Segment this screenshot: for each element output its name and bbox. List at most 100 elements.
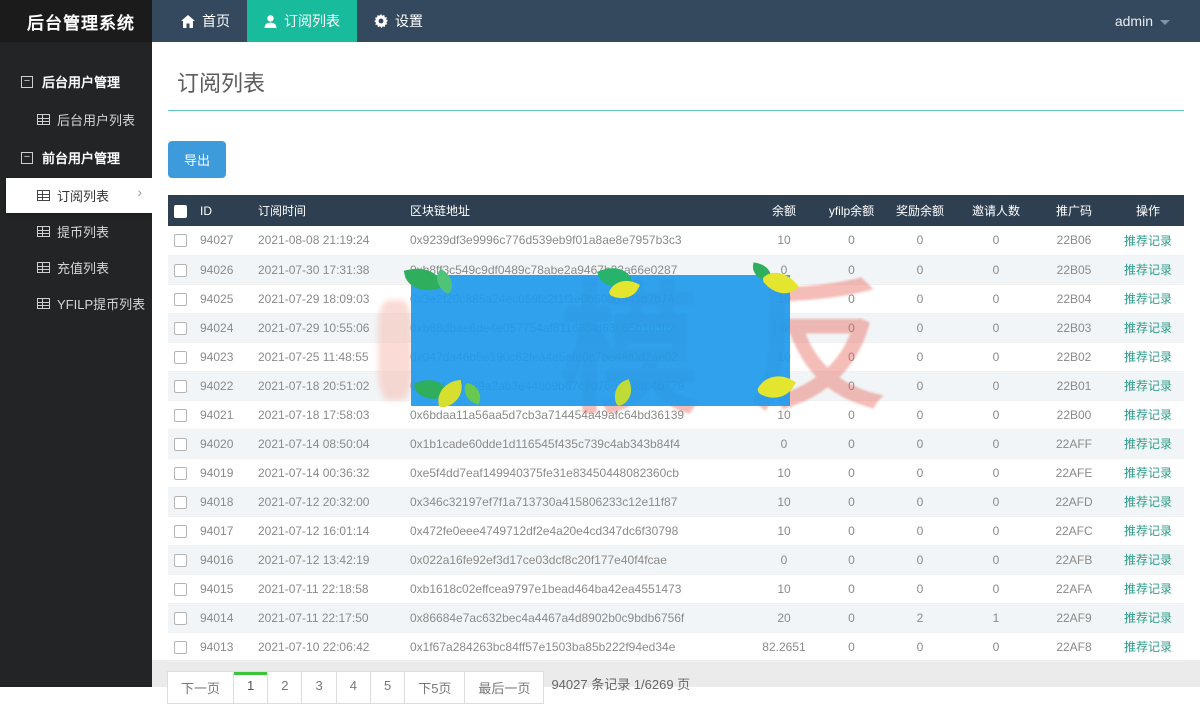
row-checkbox[interactable]: [174, 264, 187, 277]
cell-yfilp: 0: [819, 516, 884, 545]
table-row: 94019 2021-07-14 00:36:32 0xe5f4dd7eaf14…: [168, 458, 1184, 487]
cell-invites: 0: [956, 226, 1036, 255]
cell-id: 94024: [194, 313, 252, 342]
page-button[interactable]: 4: [336, 671, 371, 704]
sidebar-group-frontend-users[interactable]: − 前台用户管理: [0, 138, 152, 177]
recommend-record-link[interactable]: 推荐记录: [1124, 234, 1172, 248]
col-header-id: ID: [194, 195, 252, 226]
sidebar-item-withdraw-list[interactable]: 提币列表: [0, 214, 152, 249]
recommend-record-link[interactable]: 推荐记录: [1124, 553, 1172, 567]
recommend-record-link[interactable]: 推荐记录: [1124, 263, 1172, 277]
recommend-record-link[interactable]: 推荐记录: [1124, 466, 1172, 480]
cell-reward: 0: [884, 632, 956, 661]
row-checkbox[interactable]: [174, 554, 187, 567]
cell-address: 0x6bdaa11a56aa5d7cb3a714454a49afc64bd361…: [404, 400, 749, 429]
cell-balance: 10: [749, 574, 819, 603]
cell-code: 22B01: [1036, 371, 1112, 400]
pagination: 下一页12345下5页最后一页 94027 条记录 1/6269 页: [168, 671, 1184, 704]
page-button[interactable]: 2: [267, 671, 302, 704]
table-row: 94016 2021-07-12 13:42:19 0x022a16fe92ef…: [168, 545, 1184, 574]
main-area: 订阅列表 导出 ID 订阅时间 区块链地址 余额 yfilp余额: [152, 42, 1200, 687]
sidebar: − 后台用户管理 后台用户列表 − 前台用户管理 订阅列表 › 提币列表 充值列…: [0, 42, 152, 687]
cell-code: 22AFA: [1036, 574, 1112, 603]
cell-balance: 10: [749, 284, 819, 313]
gear-icon: [374, 14, 388, 28]
export-button[interactable]: 导出: [168, 141, 226, 178]
cell-address: 0xb8ff3c549c9df0489c78abe2a9467b22a66e02…: [404, 255, 749, 284]
pagination-summary: 94027 条记录 1/6269 页: [551, 671, 690, 693]
cell-address: 0xb68dbae6de4e057754af811683fd63665b1b3f…: [404, 313, 749, 342]
page-button[interactable]: 1: [233, 671, 268, 704]
cell-address: 0x346c32197ef7f1a713730a415806233c12e11f…: [404, 487, 749, 516]
row-checkbox[interactable]: [174, 496, 187, 509]
cell-invites: 0: [956, 400, 1036, 429]
top-navbar: 后台管理系统 首页 订阅列表 设置 admin: [0, 0, 1200, 42]
cell-balance: 10: [749, 342, 819, 371]
page-button[interactable]: 最后一页: [464, 671, 544, 704]
cell-address: 0x472fe0eee4749712df2e4a20e4cd347dc6f307…: [404, 516, 749, 545]
page-button[interactable]: 3: [301, 671, 336, 704]
recommend-record-link[interactable]: 推荐记录: [1124, 379, 1172, 393]
nav-item-subscriptions[interactable]: 订阅列表: [247, 0, 357, 42]
nav-item-home[interactable]: 首页: [164, 0, 247, 42]
cell-code: 22AF9: [1036, 603, 1112, 632]
cell-invites: 0: [956, 487, 1036, 516]
user-menu[interactable]: admin: [1115, 0, 1170, 42]
select-all-checkbox[interactable]: [174, 205, 187, 218]
recommend-record-link[interactable]: 推荐记录: [1124, 524, 1172, 538]
cell-yfilp: 0: [819, 487, 884, 516]
recommend-record-link[interactable]: 推荐记录: [1124, 321, 1172, 335]
row-checkbox[interactable]: [174, 234, 187, 247]
page-header: 订阅列表: [168, 42, 1184, 111]
cell-yfilp: 0: [819, 371, 884, 400]
recommend-record-link[interactable]: 推荐记录: [1124, 582, 1172, 596]
sidebar-item-yfilp-withdraw-list[interactable]: YFILP提币列表: [0, 286, 152, 321]
cell-time: 2021-07-30 17:31:38: [252, 255, 404, 284]
recommend-record-link[interactable]: 推荐记录: [1124, 437, 1172, 451]
page-button[interactable]: 下5页: [404, 671, 465, 704]
cell-balance: 0: [749, 371, 819, 400]
row-checkbox[interactable]: [174, 351, 187, 364]
row-checkbox[interactable]: [174, 409, 187, 422]
sidebar-item-subscription-list[interactable]: 订阅列表 ›: [6, 178, 152, 213]
cell-balance: 20: [749, 603, 819, 632]
cell-id: 94018: [194, 487, 252, 516]
table-row: 94018 2021-07-12 20:32:00 0x346c32197ef7…: [168, 487, 1184, 516]
cell-reward: 0: [884, 458, 956, 487]
row-checkbox[interactable]: [174, 293, 187, 306]
cell-id: 94021: [194, 400, 252, 429]
page-button[interactable]: 5: [370, 671, 405, 704]
table-row: 94026 2021-07-30 17:31:38 0xb8ff3c549c9d…: [168, 255, 1184, 284]
sidebar-item-label: 提币列表: [57, 222, 109, 241]
nav-item-settings[interactable]: 设置: [357, 0, 440, 42]
cell-balance: 10: [749, 487, 819, 516]
row-checkbox[interactable]: [174, 380, 187, 393]
col-header-invites: 邀请人数: [956, 195, 1036, 226]
recommend-record-link[interactable]: 推荐记录: [1124, 350, 1172, 364]
recommend-record-link[interactable]: 推荐记录: [1124, 408, 1172, 422]
row-checkbox[interactable]: [174, 583, 187, 596]
page-button[interactable]: 下一页: [167, 671, 234, 704]
row-checkbox[interactable]: [174, 525, 187, 538]
nav-item-label: 首页: [202, 11, 230, 31]
row-checkbox[interactable]: [174, 467, 187, 480]
row-checkbox[interactable]: [174, 322, 187, 335]
sidebar-group-backend-users[interactable]: − 后台用户管理: [0, 62, 152, 101]
cell-reward: 0: [884, 487, 956, 516]
table-list-icon: [37, 226, 50, 237]
page-title: 订阅列表: [177, 66, 1184, 98]
cell-address: 0xbbcfc84299a2ab3e44809b67c7076e756db4b7…: [404, 371, 749, 400]
row-checkbox[interactable]: [174, 612, 187, 625]
recommend-record-link[interactable]: 推荐记录: [1124, 292, 1172, 306]
recommend-record-link[interactable]: 推荐记录: [1124, 640, 1172, 654]
recommend-record-link[interactable]: 推荐记录: [1124, 611, 1172, 625]
cell-id: 94014: [194, 603, 252, 632]
sidebar-item-backend-user-list[interactable]: 后台用户列表: [0, 102, 152, 137]
row-checkbox[interactable]: [174, 641, 187, 654]
cell-id: 94027: [194, 226, 252, 255]
table-header-row: ID 订阅时间 区块链地址 余额 yfilp余额 奖励余额 邀请人数 推广码 操…: [168, 195, 1184, 226]
cell-balance: 10: [749, 400, 819, 429]
recommend-record-link[interactable]: 推荐记录: [1124, 495, 1172, 509]
row-checkbox[interactable]: [174, 438, 187, 451]
sidebar-item-recharge-list[interactable]: 充值列表: [0, 250, 152, 285]
